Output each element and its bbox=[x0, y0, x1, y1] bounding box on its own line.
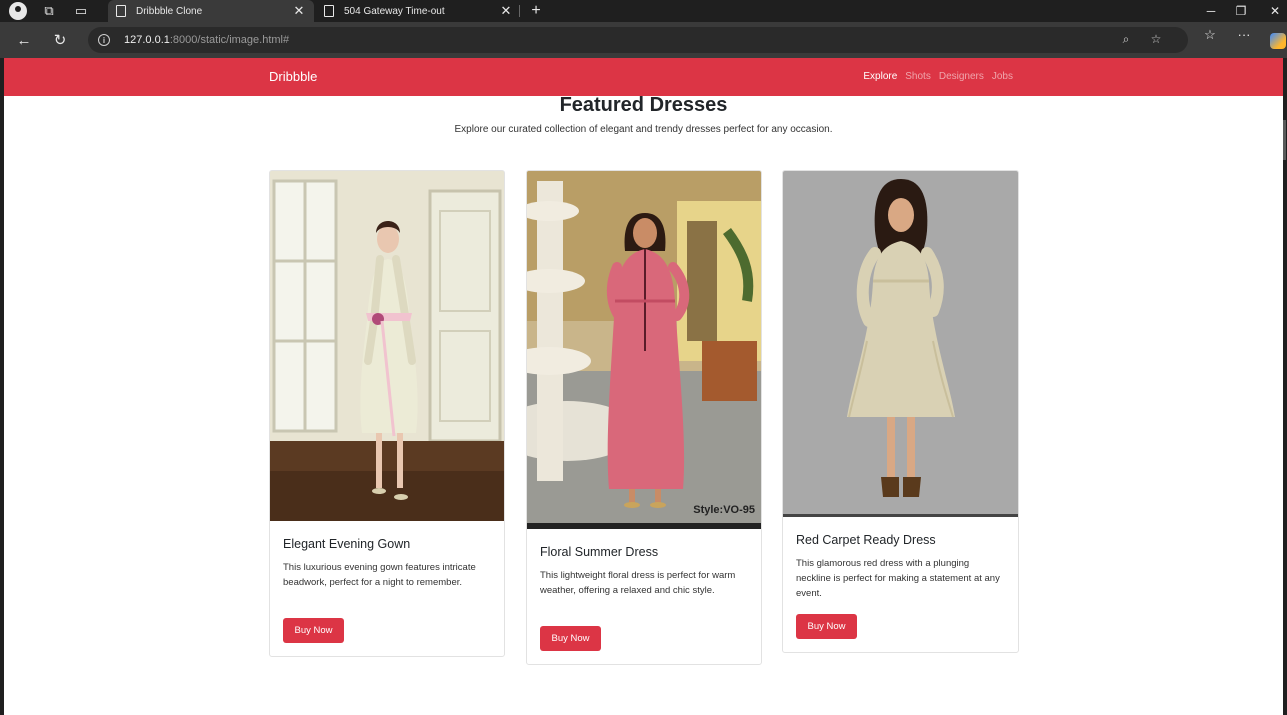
tab-dribbble-clone[interactable]: Dribbble Clone ✕ bbox=[108, 0, 314, 22]
tab-actions-icon[interactable]: ▭ bbox=[65, 0, 97, 22]
nav-designers[interactable]: Designers bbox=[939, 71, 984, 82]
page-icon bbox=[324, 5, 334, 17]
url-host: 127.0.0.1 bbox=[124, 34, 170, 46]
tab-title: Dribbble Clone bbox=[136, 5, 203, 17]
minimize-button[interactable]: ─ bbox=[1196, 0, 1226, 22]
page-icon bbox=[116, 5, 126, 17]
tab-separator bbox=[519, 5, 520, 17]
scrollbar[interactable] bbox=[1283, 120, 1286, 160]
card-description: This glamorous red dress with a plunging… bbox=[796, 558, 1000, 599]
buy-now-button[interactable]: Buy Now bbox=[796, 614, 857, 639]
page-subtitle: Explore our curated collection of elegan… bbox=[454, 124, 833, 135]
more-menu-icon[interactable]: ··· bbox=[1234, 27, 1254, 42]
tab-title: 504 Gateway Time-out bbox=[344, 5, 445, 17]
profile-icon[interactable] bbox=[9, 2, 27, 20]
close-window-button[interactable]: ✕ bbox=[1260, 0, 1287, 22]
tab-close-icon[interactable]: ✕ bbox=[292, 3, 306, 19]
nav-links: Explore Shots Designers Jobs bbox=[863, 71, 1013, 82]
toolbar: ← ↻ i 127.0.0.1:8000/static/image.html# … bbox=[0, 22, 1287, 58]
copilot-icon[interactable] bbox=[1270, 33, 1286, 49]
nav-explore[interactable]: Explore bbox=[863, 71, 897, 82]
card-title: Floral Summer Dress bbox=[540, 545, 659, 559]
buy-now-button[interactable]: Buy Now bbox=[283, 618, 344, 643]
card-description: This luxurious evening gown features int… bbox=[283, 562, 476, 588]
nav-shots[interactable]: Shots bbox=[905, 71, 931, 82]
favorite-star-icon[interactable]: ☆ bbox=[1148, 32, 1164, 46]
zoom-icon[interactable]: ⌕ bbox=[1118, 32, 1134, 47]
image-caption: Style:VO-95 bbox=[693, 504, 755, 516]
product-card: Style:VO-95 Floral Summer Dress This lig… bbox=[526, 170, 762, 665]
browser-window: ⧉ ▭ Dribbble Clone ✕ 504 Gateway Time-ou… bbox=[0, 0, 1287, 715]
buy-now-button[interactable]: Buy Now bbox=[540, 626, 601, 651]
product-image bbox=[270, 171, 504, 521]
nav-jobs[interactable]: Jobs bbox=[992, 71, 1013, 82]
page-title: Featured Dresses bbox=[559, 94, 728, 116]
tab-gateway-timeout[interactable]: 504 Gateway Time-out ✕ bbox=[316, 0, 521, 22]
workspaces-icon[interactable]: ⧉ bbox=[33, 0, 65, 22]
favorites-icon[interactable]: ☆ bbox=[1200, 27, 1220, 43]
card-title: Elegant Evening Gown bbox=[283, 537, 411, 551]
product-image bbox=[783, 171, 1018, 517]
page-viewport: Dribbble Explore Shots Designers Jobs Fe… bbox=[4, 58, 1283, 715]
address-bar[interactable]: i 127.0.0.1:8000/static/image.html# ⌕ ☆ bbox=[88, 27, 1188, 53]
back-icon[interactable]: ← bbox=[10, 26, 38, 54]
brand-logo[interactable]: Dribbble bbox=[269, 69, 317, 84]
reload-icon[interactable]: ↻ bbox=[46, 26, 74, 54]
site-info-icon[interactable]: i bbox=[98, 34, 110, 46]
product-image: Style:VO-95 bbox=[527, 171, 761, 529]
tab-close-icon[interactable]: ✕ bbox=[499, 3, 513, 19]
card-description: This lightweight floral dress is perfect… bbox=[540, 570, 736, 596]
product-card: Elegant Evening Gown This luxurious even… bbox=[269, 170, 505, 657]
product-card: Red Carpet Ready Dress This glamorous re… bbox=[782, 170, 1019, 653]
url-path: :8000/static/image.html# bbox=[169, 34, 290, 46]
new-tab-button[interactable]: + bbox=[526, 0, 546, 22]
restore-button[interactable]: ❐ bbox=[1226, 0, 1256, 22]
card-title: Red Carpet Ready Dress bbox=[796, 533, 936, 547]
site-navbar: Dribbble Explore Shots Designers Jobs bbox=[4, 58, 1283, 96]
